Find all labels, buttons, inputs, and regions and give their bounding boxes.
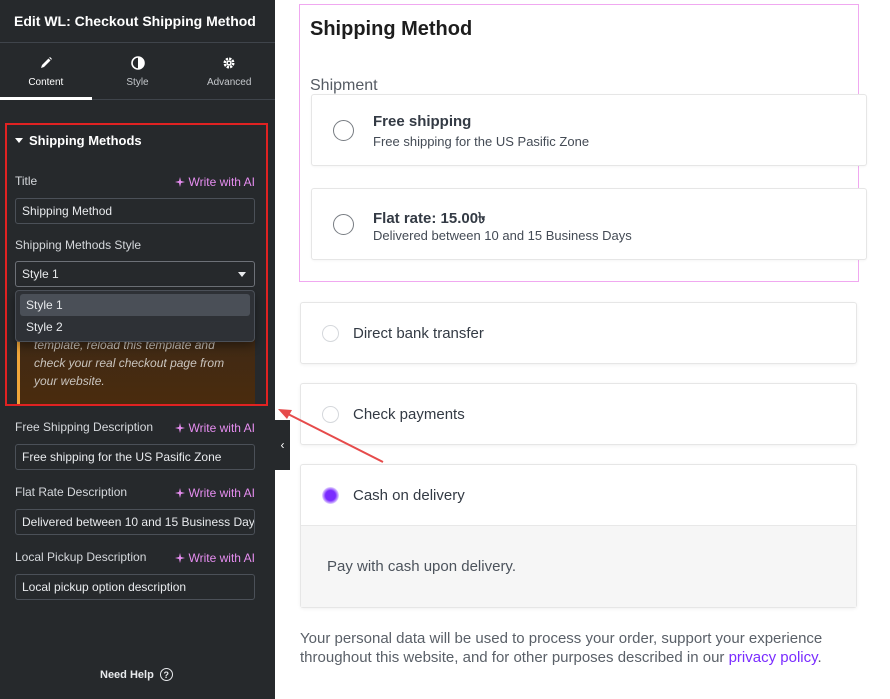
chevron-down-icon (238, 271, 246, 277)
title-input[interactable]: Shipping Method (15, 198, 255, 224)
payment-radio[interactable] (322, 324, 339, 342)
style-option-1[interactable]: Style 1 (20, 294, 250, 316)
need-help-label: Need Help (100, 668, 154, 681)
pencil-icon (38, 55, 54, 71)
shipping-option-free[interactable]: Free shipping Free shipping for the US P… (311, 94, 867, 166)
cod-description: Pay with cash upon delivery. (301, 525, 856, 607)
shipping-option-desc: Free shipping for the US Pasific Zone (373, 134, 590, 149)
tab-content-label: Content (28, 76, 64, 88)
payment-option-cod[interactable]: Cash on delivery Pay with cash upon deli… (300, 464, 857, 608)
payment-label: Cash on delivery (353, 486, 465, 504)
gear-icon (221, 55, 237, 71)
section-header[interactable]: Shipping Methods (15, 133, 142, 148)
payment-label: Check payments (353, 405, 465, 423)
need-help-link[interactable]: Need Help ? (100, 668, 173, 681)
contrast-icon (130, 55, 146, 71)
style-select-value: Style 1 (22, 267, 59, 281)
local-pickup-desc-label: Local Pickup Description (15, 550, 147, 564)
shipping-radio[interactable] (333, 214, 354, 235)
write-with-ai-button[interactable]: Write with AI (174, 421, 255, 435)
write-with-ai-button[interactable]: Write with AI (174, 175, 255, 189)
privacy-notice: Your personal data will be used to proce… (300, 629, 870, 667)
flat-rate-desc-input[interactable]: Delivered between 10 and 15 Business Day… (15, 509, 255, 535)
tab-content[interactable]: Content (0, 43, 92, 100)
write-with-ai-label: Write with AI (188, 486, 255, 500)
write-with-ai-label: Write with AI (188, 421, 255, 435)
flat-rate-desc-label: Flat Rate Description (15, 485, 128, 499)
tab-advanced-label: Advanced (206, 76, 252, 88)
tab-style[interactable]: Style (92, 43, 184, 99)
privacy-policy-link[interactable]: privacy policy (729, 649, 818, 666)
caret-down-icon (15, 138, 23, 143)
checkout-preview: Shipping Method Shipment Free shipping F… (290, 0, 890, 699)
sparkle-icon (174, 423, 185, 433)
help-icon: ? (159, 668, 173, 681)
payment-option-bank[interactable]: Direct bank transfer (300, 302, 857, 364)
write-with-ai-label: Write with AI (188, 551, 255, 565)
shipping-option-title: Free shipping (373, 113, 472, 130)
sparkle-icon (174, 553, 185, 563)
notice-text: template, reload this template and check… (34, 338, 225, 388)
shipment-label: Shipment (310, 77, 378, 94)
shipping-option-flat[interactable]: Flat rate: 15.00৳ Delivered between 10 a… (311, 188, 867, 260)
free-shipping-desc-label: Free Shipping Description (15, 420, 154, 434)
local-pickup-desc-input[interactable]: Local pickup option description (15, 574, 255, 600)
style-option-2[interactable]: Style 2 (20, 316, 250, 338)
write-with-ai-button[interactable]: Write with AI (174, 551, 255, 565)
shipping-option-desc: Delivered between 10 and 15 Business Day… (373, 228, 632, 243)
style-label: Shipping Methods Style (15, 238, 142, 252)
free-shipping-desc-input[interactable]: Free shipping for the US Pasific Zone (15, 444, 255, 470)
shipping-radio[interactable] (333, 120, 354, 141)
title-label: Title (15, 174, 38, 188)
tab-style-label: Style (126, 76, 149, 88)
panel-tabs: Content Style Advanced (0, 43, 275, 100)
shipping-method-widget[interactable]: Shipping Method Shipment Free shipping F… (299, 4, 867, 282)
editor-panel: Edit WL: Checkout Shipping Method Conten… (0, 0, 275, 699)
privacy-end: . (817, 649, 822, 666)
style-dropdown: Style 1 Style 2 (15, 290, 255, 342)
sparkle-icon (174, 177, 185, 187)
shipping-heading: Shipping Method (310, 18, 473, 40)
write-with-ai-label: Write with AI (188, 175, 255, 189)
style-select[interactable]: Style 1 (15, 261, 255, 287)
section-title: Shipping Methods (29, 133, 142, 148)
panel-title: Edit WL: Checkout Shipping Method (0, 0, 275, 43)
payment-radio-selected[interactable] (322, 486, 339, 504)
write-with-ai-button[interactable]: Write with AI (174, 486, 255, 500)
tab-advanced[interactable]: Advanced (183, 43, 275, 99)
collapse-panel-button[interactable]: ‹ (275, 420, 290, 470)
payment-label: Direct bank transfer (353, 324, 484, 342)
sparkle-icon (174, 488, 185, 498)
payment-option-check[interactable]: Check payments (300, 383, 857, 445)
payment-radio[interactable] (322, 405, 339, 423)
